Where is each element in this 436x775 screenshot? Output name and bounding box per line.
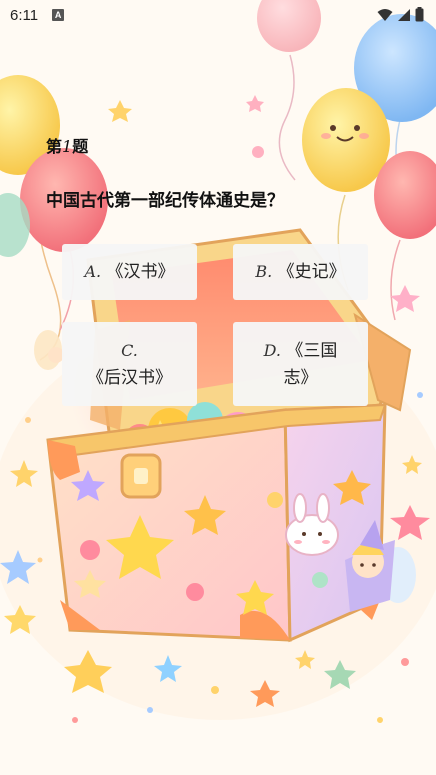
option-d-content: D. 《三国志》 — [251, 337, 350, 392]
option-a-label: 《汉书》 — [106, 262, 175, 282]
option-c-label: 《后汉书》 — [87, 367, 172, 388]
option-c-content: C. 《后汉书》 — [80, 337, 179, 392]
option-c-button[interactable]: C. 《后汉书》 — [62, 322, 197, 406]
question-number-value: 1 — [62, 137, 73, 156]
status-icons — [377, 7, 424, 22]
option-d-letter: D. — [263, 340, 281, 360]
question-text: 中国古代第一部纪传体通史是？ — [46, 191, 284, 211]
option-a-button[interactable]: A. 《汉书》 — [62, 244, 197, 300]
status-bar: 6:11 A — [0, 0, 436, 30]
status-time: 6:11 — [10, 6, 39, 24]
wifi-icon — [377, 8, 393, 21]
option-b-content: B. 《史记》 — [255, 258, 345, 286]
notification-badge-icon: A — [52, 9, 65, 21]
signal-icon — [398, 8, 410, 21]
option-c-letter: C. — [121, 340, 138, 360]
battery-icon — [415, 7, 424, 22]
option-d-label: 《三国志》 — [283, 340, 338, 388]
question-number: 第1题 — [46, 133, 88, 157]
option-b-label: 《史记》 — [277, 262, 346, 282]
option-a-content: A. 《汉书》 — [84, 258, 174, 286]
option-d-button[interactable]: D. 《三国志》 — [233, 322, 368, 406]
question-number-suffix: 题 — [72, 137, 89, 156]
question-number-prefix: 第 — [46, 137, 63, 156]
option-b-button[interactable]: B. 《史记》 — [233, 244, 368, 300]
option-b-letter: B. — [255, 262, 273, 281]
option-a-letter: A. — [84, 262, 102, 281]
